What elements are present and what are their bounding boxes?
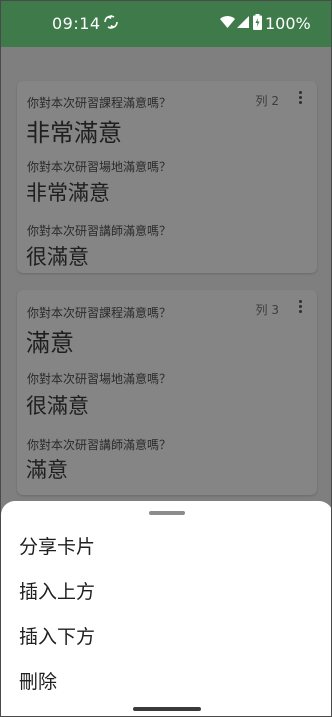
row-label: 列 3 bbox=[255, 303, 279, 317]
delete-menu-item[interactable]: 刪除 bbox=[1, 658, 331, 703]
more-vert-icon[interactable] bbox=[299, 300, 303, 314]
bottom-sheet: 分享卡片 插入上方 插入下方 刪除 bbox=[1, 501, 331, 716]
question-label: 你對本次研習課程滿意嗎？ bbox=[27, 96, 172, 110]
answer-value: 很滿意 bbox=[26, 394, 89, 418]
more-vert-icon[interactable] bbox=[299, 91, 303, 105]
drag-handle[interactable] bbox=[149, 511, 185, 515]
gesture-nav-bar[interactable] bbox=[133, 707, 201, 711]
record-card[interactable]: 列 3 你對本次研習課程滿意嗎？ 滿意 你對本次研習場地滿意嗎？ 很滿意 你對本… bbox=[17, 290, 317, 495]
question-label: 你對本次研習課程滿意嗎？ bbox=[27, 306, 172, 320]
battery-percent: 100% bbox=[265, 14, 311, 33]
answer-value: 很滿意 bbox=[26, 245, 89, 269]
record-card[interactable]: 列 2 你對本次研習課程滿意嗎？ 非常滿意 你對本次研習場地滿意嗎？ 非常滿意 … bbox=[17, 81, 317, 273]
question-label: 你對本次研習場地滿意嗎？ bbox=[27, 160, 172, 174]
status-time: 09:14 bbox=[52, 14, 101, 33]
answer-value: 非常滿意 bbox=[26, 181, 110, 205]
answer-value: 非常滿意 bbox=[26, 119, 122, 147]
answer-value: 滿意 bbox=[26, 458, 68, 482]
answer-value: 滿意 bbox=[26, 329, 74, 357]
question-label: 你對本次研習講師滿意嗎？ bbox=[27, 438, 172, 452]
question-label: 你對本次研習場地滿意嗎？ bbox=[27, 372, 172, 386]
row-label: 列 2 bbox=[255, 94, 279, 108]
share-card-menu-item[interactable]: 分享卡片 bbox=[1, 523, 331, 568]
battery-icon bbox=[253, 14, 262, 30]
status-bar: 09:14 100% bbox=[1, 1, 331, 47]
wifi-icon bbox=[220, 16, 235, 28]
signal-icon bbox=[237, 16, 249, 28]
insert-above-menu-item[interactable]: 插入上方 bbox=[1, 568, 331, 613]
sync-icon bbox=[104, 15, 118, 29]
insert-below-menu-item[interactable]: 插入下方 bbox=[1, 613, 331, 658]
question-label: 你對本次研習講師滿意嗎？ bbox=[27, 224, 172, 238]
screen: 09:14 100% 列 2 你對本次研習課程滿意嗎？ 非常滿意 你對本次研習場… bbox=[0, 0, 332, 717]
